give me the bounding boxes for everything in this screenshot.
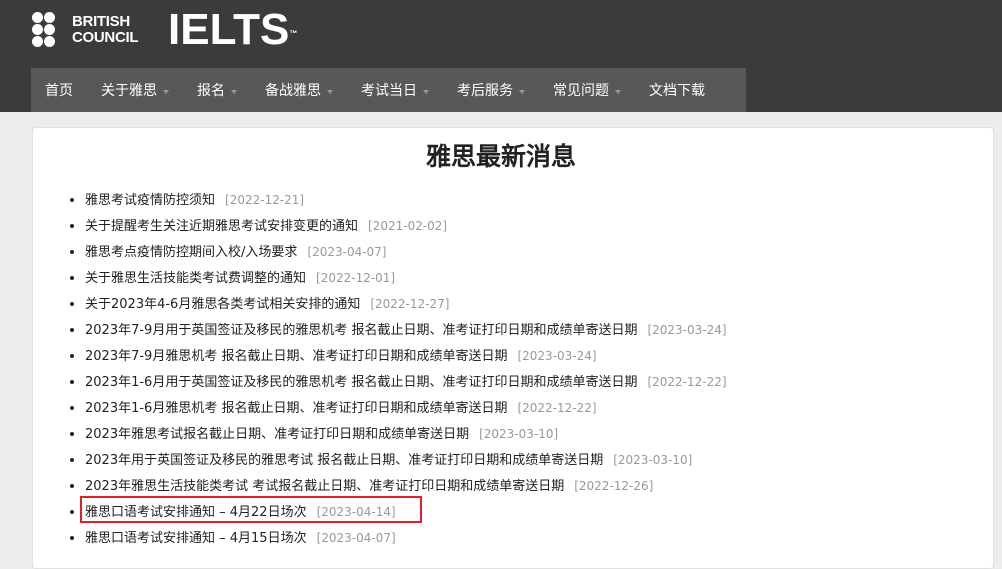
ielts-logo[interactable]: IELTS™ bbox=[168, 8, 297, 52]
news-link[interactable]: 雅思考点疫情防控期间入校/入场要求 bbox=[85, 245, 297, 260]
news-date: [2023-03-10] bbox=[613, 453, 693, 467]
news-date: [2023-04-07] bbox=[316, 531, 396, 545]
news-item: 雅思口语考试安排通知 – 4月15日场次 [2023-04-07] bbox=[70, 525, 727, 551]
caret-down-icon bbox=[231, 90, 237, 94]
main-nav: 首页 关于雅思 报名 备战雅思 考试当日 考后服务 常见问题 文档下载 bbox=[31, 68, 746, 112]
nav-item-label: 常见问题 bbox=[553, 83, 609, 99]
nav-item[interactable]: 关于雅思 bbox=[87, 68, 183, 112]
news-item: 2023年雅思考试报名截止日期、准考证打印日期和成绩单寄送日期 [2023-03-… bbox=[70, 421, 727, 447]
nav-item[interactable]: 首页 bbox=[31, 68, 87, 112]
news-date: [2022-12-01] bbox=[316, 271, 396, 285]
news-item: 关于雅思生活技能类考试费调整的通知 [2022-12-01] bbox=[70, 265, 727, 291]
news-link[interactable]: 关于雅思生活技能类考试费调整的通知 bbox=[85, 271, 306, 286]
news-date: [2023-03-24] bbox=[647, 323, 727, 337]
caret-down-icon bbox=[327, 90, 333, 94]
news-item: 关于2023年4-6月雅思各类考试相关安排的通知 [2022-12-27] bbox=[70, 291, 727, 317]
news-link[interactable]: 雅思口语考试安排通知 – 4月15日场次 bbox=[85, 531, 307, 546]
caret-down-icon bbox=[519, 90, 525, 94]
news-item: 2023年7-9月用于英国签证及移民的雅思机考 报名截止日期、准考证打印日期和成… bbox=[70, 317, 727, 343]
news-link[interactable]: 2023年1-6月用于英国签证及移民的雅思机考 报名截止日期、准考证打印日期和成… bbox=[85, 375, 637, 390]
news-link[interactable]: 2023年雅思考试报名截止日期、准考证打印日期和成绩单寄送日期 bbox=[85, 427, 469, 442]
news-date: [2022-12-27] bbox=[370, 297, 450, 311]
nav-item-label: 考试当日 bbox=[361, 83, 417, 99]
nav-item-label: 文档下载 bbox=[649, 83, 705, 99]
page-title: 雅思最新消息 bbox=[425, 142, 576, 171]
news-link[interactable]: 关于提醒考生关注近期雅思考试安排变更的通知 bbox=[85, 219, 358, 234]
nav-item-label: 关于雅思 bbox=[101, 83, 157, 99]
news-link[interactable]: 雅思考试疫情防控须知 bbox=[85, 193, 215, 208]
news-link[interactable]: 2023年用于英国签证及移民的雅思考试 报名截止日期、准考证打印日期和成绩单寄送… bbox=[85, 453, 603, 468]
nav-item[interactable]: 常见问题 bbox=[539, 68, 635, 112]
news-link[interactable]: 2023年雅思生活技能类考试 考试报名截止日期、准考证打印日期和成绩单寄送日期 bbox=[85, 479, 564, 494]
caret-down-icon bbox=[163, 90, 169, 94]
caret-down-icon bbox=[615, 90, 621, 94]
news-date: [2021-02-02] bbox=[368, 219, 448, 233]
nav-item[interactable]: 文档下载 bbox=[635, 68, 719, 112]
site-header: BRITISH COUNCIL IELTS™ 首页 关于雅思 报名 备战雅思 考试当日 考… bbox=[0, 0, 1002, 112]
news-item: 2023年1-6月雅思机考 报名截止日期、准考证打印日期和成绩单寄送日期 [202… bbox=[70, 395, 727, 421]
nav-item-label: 首页 bbox=[45, 83, 73, 99]
news-item: 雅思考试疫情防控须知 [2022-12-21] bbox=[70, 187, 727, 213]
highlight-box bbox=[80, 496, 422, 523]
news-date: [2022-12-22] bbox=[517, 401, 597, 415]
news-item: 雅思考点疫情防控期间入校/入场要求 [2023-04-07] bbox=[70, 239, 727, 265]
logo-line-1: BRITISH bbox=[72, 13, 130, 30]
news-date: [2023-03-10] bbox=[479, 427, 559, 441]
trademark-symbol: ™ bbox=[289, 29, 298, 38]
news-item: 2023年1-6月用于英国签证及移民的雅思机考 报名截止日期、准考证打印日期和成… bbox=[70, 369, 727, 395]
british-council-wordmark: BRITISH COUNCIL bbox=[72, 13, 139, 46]
news-date: [2022-12-26] bbox=[574, 479, 654, 493]
news-link[interactable]: 2023年7-9月雅思机考 报名截止日期、准考证打印日期和成绩单寄送日期 bbox=[85, 349, 507, 364]
nav-item-label: 备战雅思 bbox=[265, 83, 321, 99]
nav-item-label: 报名 bbox=[197, 83, 225, 99]
nav-item[interactable]: 考试当日 bbox=[347, 68, 443, 112]
nav-item[interactable]: 考后服务 bbox=[443, 68, 539, 112]
news-link[interactable]: 2023年7-9月用于英国签证及移民的雅思机考 报名截止日期、准考证打印日期和成… bbox=[85, 323, 637, 338]
news-link[interactable]: 关于2023年4-6月雅思各类考试相关安排的通知 bbox=[85, 297, 360, 312]
news-link[interactable]: 2023年1-6月雅思机考 报名截止日期、准考证打印日期和成绩单寄送日期 bbox=[85, 401, 507, 416]
caret-down-icon bbox=[423, 90, 429, 94]
nav-item[interactable]: 备战雅思 bbox=[251, 68, 347, 112]
british-council-dots-icon bbox=[32, 12, 68, 48]
news-item: 2023年用于英国签证及移民的雅思考试 报名截止日期、准考证打印日期和成绩单寄送… bbox=[70, 447, 727, 473]
ielts-wordmark: IELTS bbox=[168, 5, 290, 54]
nav-item[interactable]: 报名 bbox=[183, 68, 251, 112]
news-date: [2022-12-22] bbox=[647, 375, 727, 389]
news-date: [2023-04-07] bbox=[307, 245, 387, 259]
news-item: 关于提醒考生关注近期雅思考试安排变更的通知 [2021-02-02] bbox=[70, 213, 727, 239]
british-council-logo[interactable]: BRITISH COUNCIL bbox=[32, 12, 139, 48]
news-date: [2022-12-21] bbox=[225, 193, 305, 207]
news-date: [2023-03-24] bbox=[517, 349, 597, 363]
nav-item-label: 考后服务 bbox=[457, 83, 513, 99]
news-item: 2023年7-9月雅思机考 报名截止日期、准考证打印日期和成绩单寄送日期 [202… bbox=[70, 343, 727, 369]
logo-line-2: COUNCIL bbox=[72, 29, 139, 46]
